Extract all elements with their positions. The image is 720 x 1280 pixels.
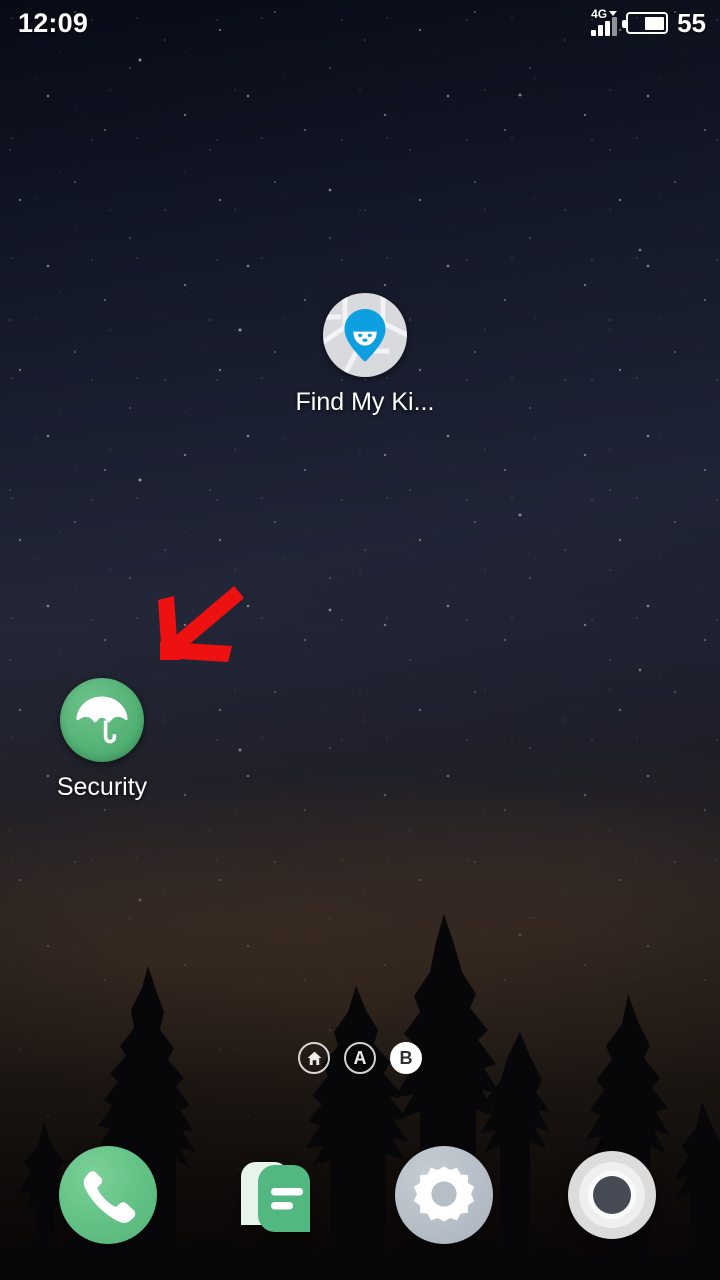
signal-bar-3 <box>605 21 611 36</box>
page-indicator-b[interactable]: B <box>390 1042 422 1074</box>
battery-icon <box>622 12 669 34</box>
umbrella-icon <box>60 678 144 762</box>
battery-percent-label: 55 <box>677 7 706 38</box>
home-icon <box>307 1051 321 1065</box>
map-pin-child-icon <box>323 293 407 377</box>
dock-item-messages[interactable] <box>227 1146 325 1244</box>
home-screen: 12:09 4G 55 Find My Ki... Security A B <box>0 0 720 1280</box>
status-bar: 12:09 4G 55 <box>0 0 720 46</box>
network-triangle-icon <box>609 11 618 16</box>
app-icon-security[interactable]: Security <box>22 678 182 802</box>
page-indicator-a[interactable]: A <box>344 1042 376 1074</box>
app-label-find-my-kids: Find My Ki... <box>295 388 435 416</box>
page-indicator-row: A B <box>0 1042 720 1074</box>
child-pin-glyph <box>344 309 386 362</box>
dock-item-settings[interactable] <box>395 1146 493 1244</box>
status-clock: 12:09 <box>18 7 89 38</box>
network-type-text: 4G <box>591 7 608 21</box>
phone-icon <box>83 1171 136 1223</box>
star-layer-bright <box>0 0 720 1280</box>
star-layer-small <box>0 0 720 1280</box>
wallpaper <box>0 0 720 1280</box>
page-indicator-home[interactable] <box>298 1042 330 1074</box>
dock-item-phone[interactable] <box>59 1146 157 1244</box>
dock <box>0 1110 720 1280</box>
camera-icon <box>568 1151 656 1239</box>
gear-icon <box>413 1166 475 1222</box>
signal-strength-icon: 4G <box>591 7 618 36</box>
dock-item-camera[interactable] <box>563 1146 661 1244</box>
battery-fill <box>645 16 664 30</box>
star-layer-faint <box>0 0 720 1280</box>
status-indicators: 4G 55 <box>591 8 706 39</box>
signal-bar-1 <box>591 30 597 36</box>
umbrella-glyph <box>76 696 128 744</box>
app-icon-find-my-kids[interactable]: Find My Ki... <box>285 293 445 417</box>
messages-icon <box>241 1162 310 1232</box>
network-type-label: 4G <box>591 7 618 21</box>
arrow-annotation-icon <box>148 580 244 666</box>
app-label-security: Security <box>56 773 148 801</box>
signal-bar-2 <box>598 25 604 36</box>
